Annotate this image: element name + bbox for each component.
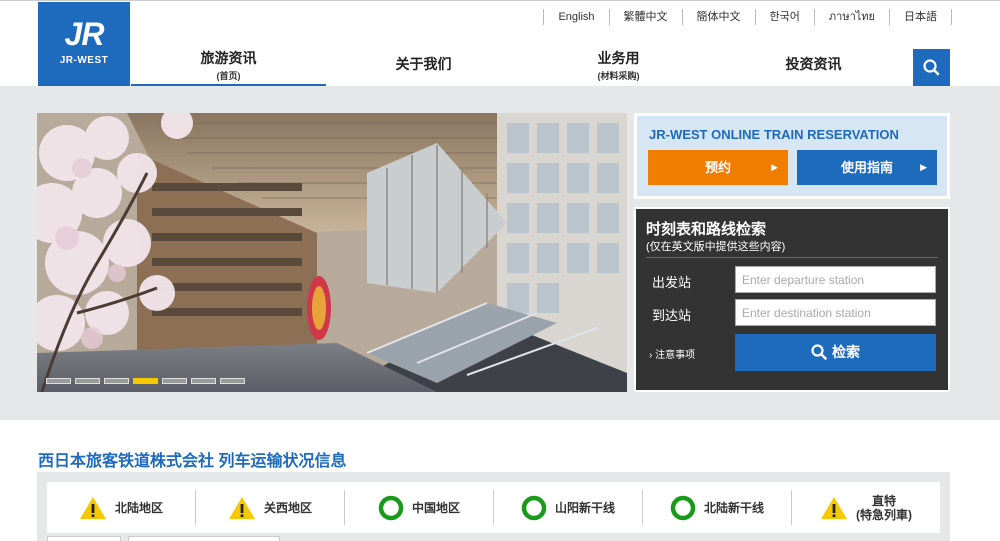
- status-limited-express[interactable]: 直特 (特急列車): [792, 490, 940, 525]
- nav-label: 旅游资讯: [200, 50, 257, 66]
- status-label: 山阳新干线: [554, 500, 615, 515]
- status-hokuriku[interactable]: 北陆地区: [47, 490, 196, 525]
- user-guide-label: 使用指南: [840, 160, 893, 175]
- status-chugoku[interactable]: 中国地区: [345, 490, 494, 525]
- nav-sublabel: (首页): [216, 71, 241, 81]
- carousel-dot[interactable]: [162, 378, 187, 384]
- notes-link[interactable]: › 注意事项: [649, 346, 695, 361]
- jr-west-logo[interactable]: JR JR-WEST: [38, 2, 130, 86]
- bottom-tab[interactable]: [47, 536, 121, 541]
- book-button[interactable]: 预约 ▶: [648, 150, 788, 185]
- notes-label: 注意事项: [655, 350, 696, 361]
- logo-text: JR-WEST: [59, 55, 109, 66]
- status-kansai[interactable]: 关西地区: [196, 490, 345, 525]
- nav-travel-info[interactable]: 旅游资讯 (首页): [131, 41, 326, 87]
- train-status-title: 西日本旅客铁道株式会社 列车运输状况信息: [38, 453, 347, 470]
- status-label-main: 直特: [871, 493, 896, 508]
- status-label: 中国地区: [411, 500, 460, 515]
- warning-icon: [79, 496, 106, 519]
- status-sanyo-shinkansen[interactable]: 山阳新干线: [494, 490, 643, 525]
- destination-station-input[interactable]: [735, 299, 936, 326]
- train-status-bar: 北陆地区 关西地区 中国地区 山阳新干线 北陆新干线 直特 (特急列車): [37, 472, 950, 541]
- user-guide-button[interactable]: 使用指南 ▶: [797, 150, 937, 185]
- status-label: 直特 (特急列車): [856, 494, 912, 522]
- lang-thai[interactable]: ภาษาไทย: [813, 9, 889, 25]
- normal-circle-icon: [378, 495, 404, 520]
- route-search-button[interactable]: 检索: [735, 334, 936, 371]
- status-label: 关西地区: [263, 500, 312, 515]
- site-header: JR JR-WEST English 繁體中文 簡体中文 한국어 ภาษาไทย…: [0, 0, 1000, 87]
- bottom-tab[interactable]: [128, 536, 280, 541]
- hero-image: [37, 113, 627, 392]
- nav-about-us[interactable]: 关于我们: [326, 41, 521, 87]
- logo-mark: JR: [64, 16, 105, 52]
- nav-business[interactable]: 业务用 (材料采购): [521, 41, 716, 87]
- lang-korean[interactable]: 한국어: [754, 9, 814, 25]
- status-hokuriku-shinkansen[interactable]: 北陆新干线: [643, 490, 792, 525]
- carousel-dot[interactable]: [104, 378, 129, 384]
- nav-label: 业务用: [597, 50, 640, 66]
- search-button-label: 检索: [832, 344, 860, 360]
- reservation-title: JR-WEST ONLINE TRAIN RESERVATION: [649, 127, 899, 142]
- train-status-row: 北陆地区 关西地区 中国地区 山阳新干线 北陆新干线 直特 (特急列車): [47, 482, 940, 533]
- departure-label: 出发站: [652, 275, 692, 290]
- warning-icon: [228, 496, 255, 519]
- lang-japanese[interactable]: 日本語: [889, 9, 952, 25]
- status-label: 北陆地区: [114, 500, 163, 515]
- status-label: 北陆新干线: [703, 500, 764, 515]
- nav-investor-info[interactable]: 投资资讯: [716, 41, 911, 87]
- normal-circle-icon: [670, 495, 696, 520]
- arrow-right-icon: ▶: [771, 162, 778, 172]
- warning-icon: [821, 496, 847, 519]
- carousel-dot[interactable]: [46, 378, 71, 384]
- search-icon: [811, 344, 827, 360]
- lang-english[interactable]: English: [543, 9, 608, 25]
- status-label-sub: (特急列車): [856, 507, 912, 522]
- bottom-tabs: [47, 536, 280, 541]
- search-icon: [923, 59, 940, 76]
- online-reservation-panel: JR-WEST ONLINE TRAIN RESERVATION 预约 ▶ 使用…: [634, 113, 950, 199]
- book-button-label: 预约: [704, 160, 731, 175]
- timetable-title: 时刻表和路线检索: [646, 221, 767, 238]
- main-nav: 旅游资讯 (首页) 关于我们 业务用 (材料采购) 投资资讯: [131, 41, 911, 87]
- carousel-dot[interactable]: [191, 378, 216, 384]
- divider: [646, 257, 938, 258]
- arrival-label: 到达站: [652, 308, 692, 323]
- lang-traditional-chinese[interactable]: 繁體中文: [608, 9, 682, 25]
- timetable-subtitle: (仅在英文版中提供这些内容): [646, 241, 786, 253]
- departure-station-input[interactable]: [735, 266, 936, 293]
- timetable-search-panel: 时刻表和路线检索 (仅在英文版中提供这些内容) 出发站 到达站 › 注意事项 检…: [634, 207, 950, 392]
- hero-carousel[interactable]: [37, 113, 627, 392]
- nav-label: 关于我们: [395, 56, 452, 72]
- carousel-dot[interactable]: [220, 378, 245, 384]
- arrow-right-icon: ▶: [920, 162, 927, 172]
- nav-sublabel: (材料采购): [597, 71, 640, 81]
- language-switcher: English 繁體中文 簡体中文 한국어 ภาษาไทย 日本語: [543, 9, 952, 25]
- normal-circle-icon: [521, 495, 547, 520]
- nav-label: 投资资讯: [785, 56, 842, 72]
- carousel-dot-active[interactable]: [133, 378, 158, 384]
- site-search-button[interactable]: [913, 49, 950, 86]
- carousel-dot[interactable]: [75, 378, 100, 384]
- carousel-indicators: [46, 378, 245, 384]
- lang-simplified-chinese[interactable]: 簡体中文: [681, 9, 755, 25]
